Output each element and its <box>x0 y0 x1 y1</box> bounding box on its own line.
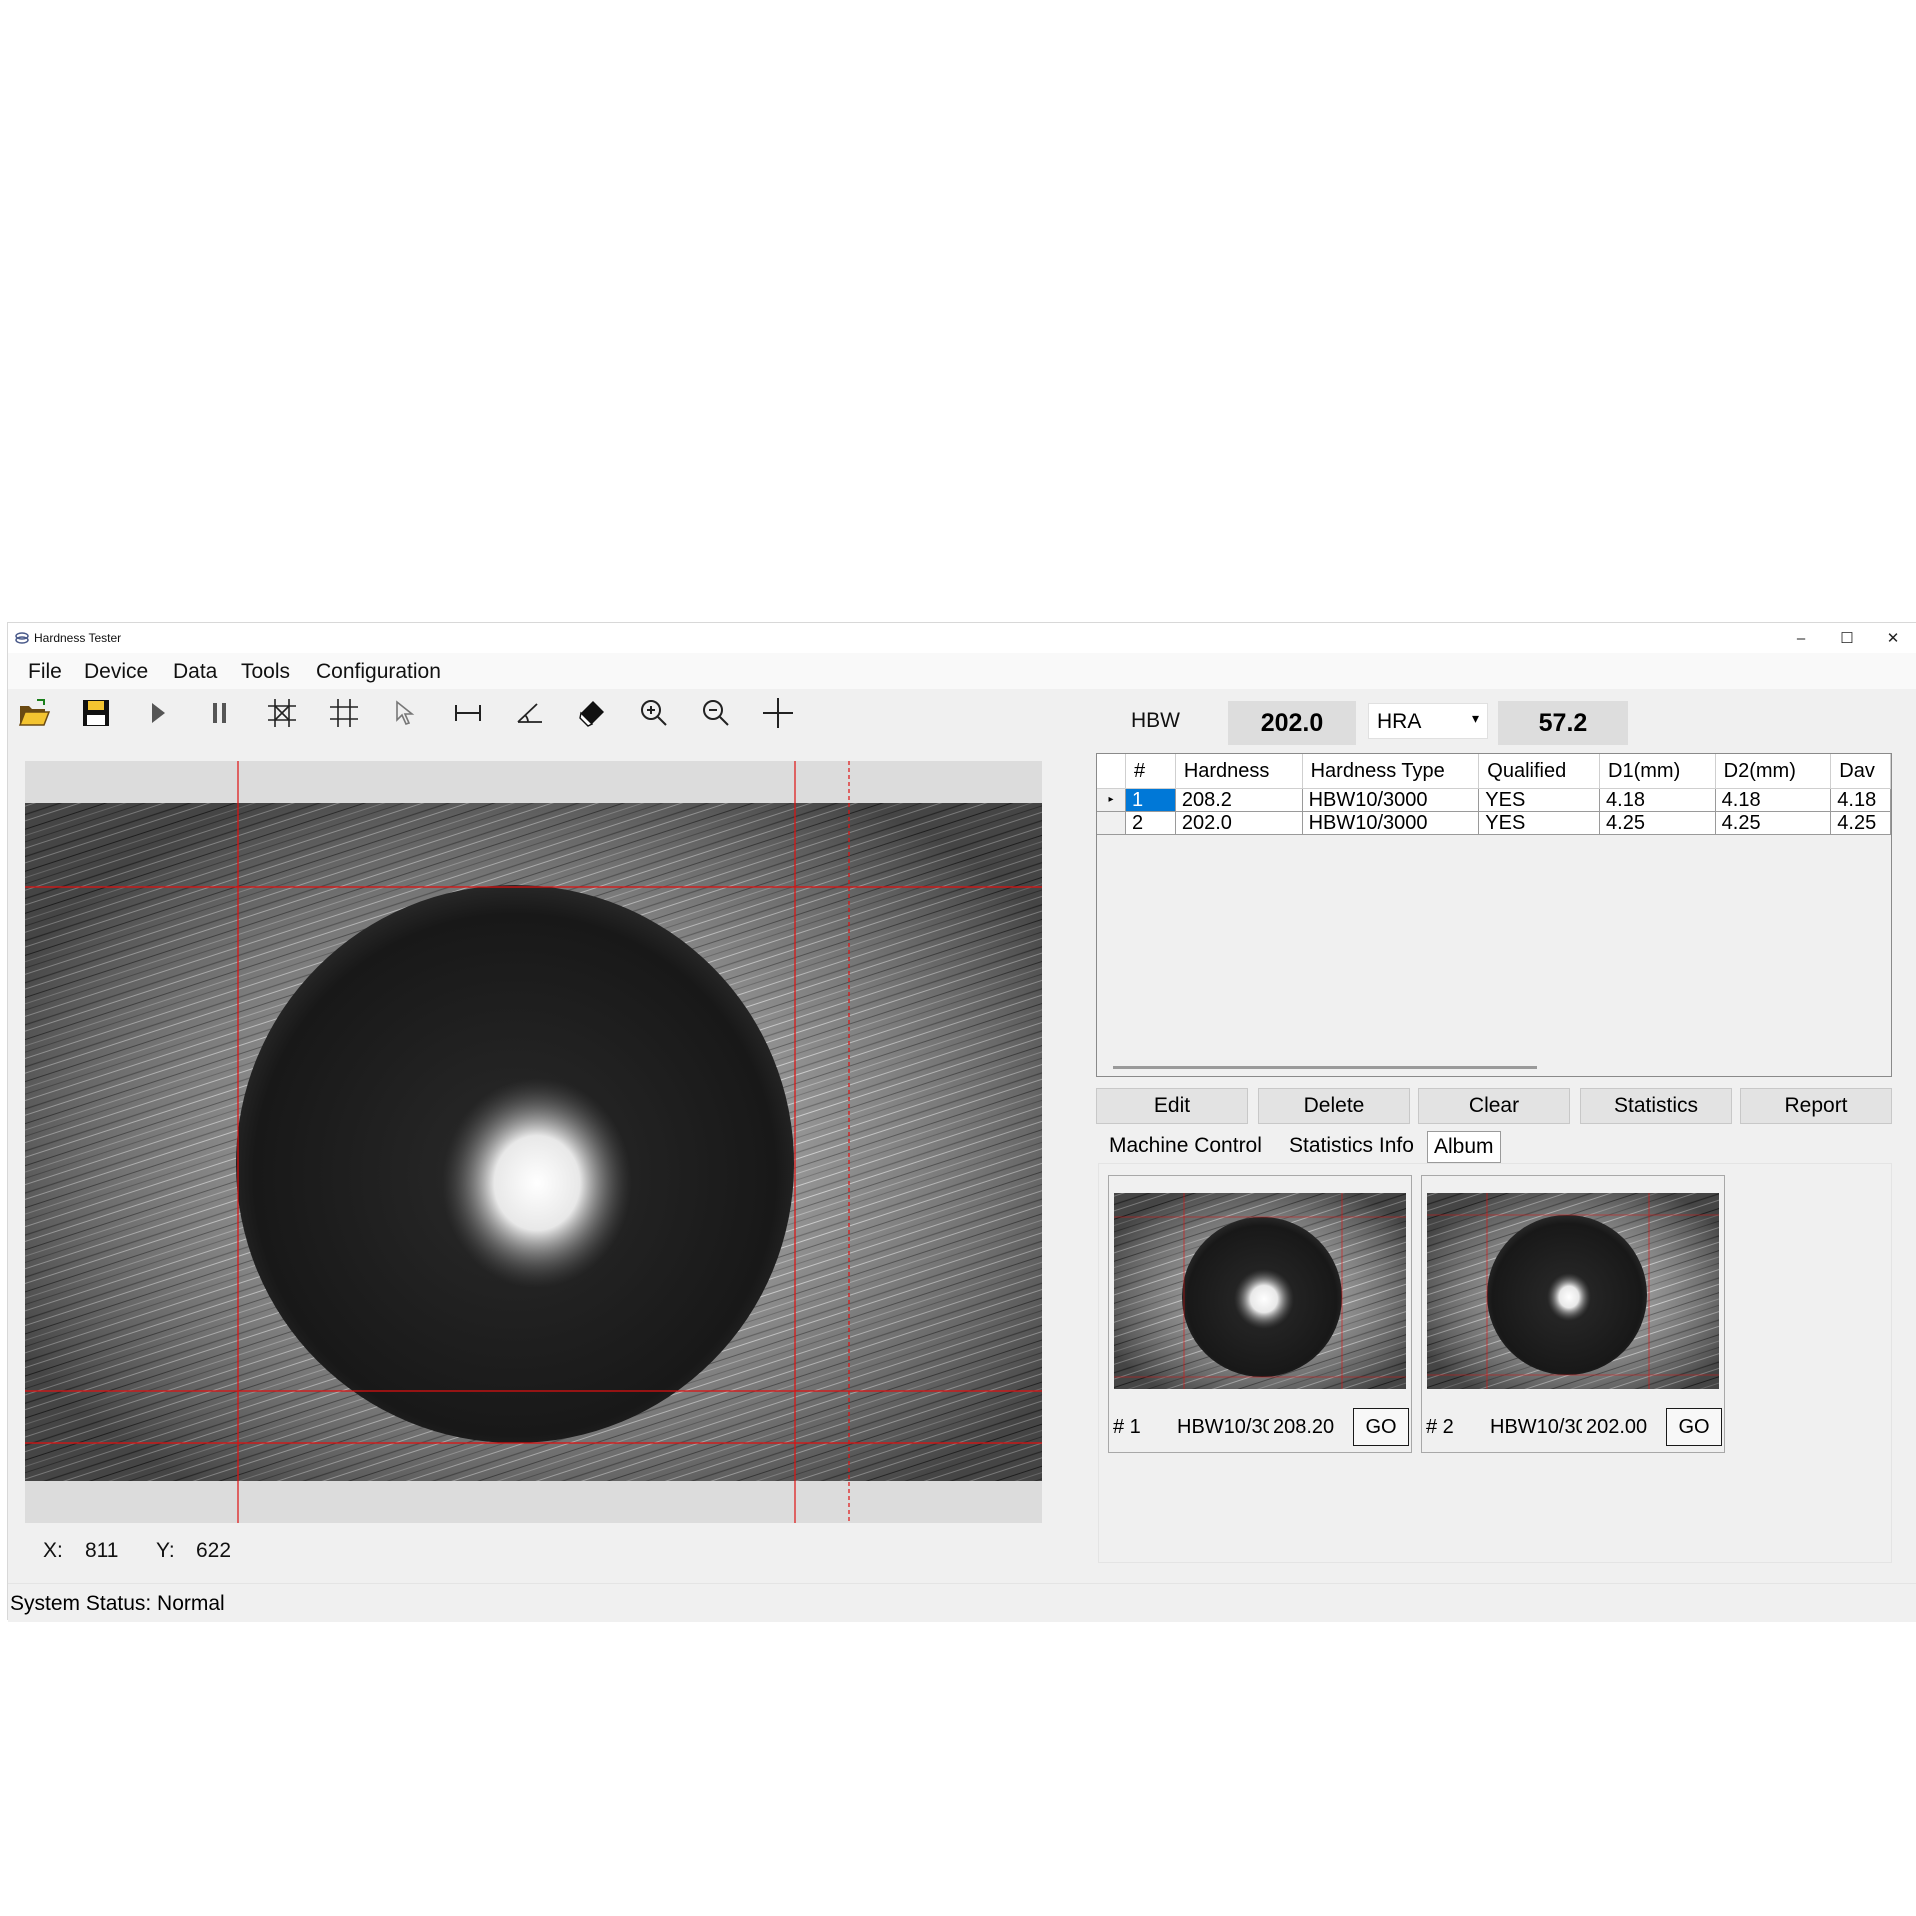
zoom-in-icon[interactable] <box>634 695 674 731</box>
table-cell[interactable]: 208.2 <box>1175 788 1303 812</box>
pointer-icon[interactable] <box>386 695 426 731</box>
tab-statistics-info[interactable]: Statistics Info <box>1289 1131 1414 1161</box>
grid-icon[interactable] <box>324 695 364 731</box>
column-header[interactable]: D2(mm) <box>1715 754 1832 789</box>
app-logo-icon <box>15 632 29 644</box>
converted-hardness-value: 57.2 <box>1498 701 1628 745</box>
chevron-down-icon: ▾ <box>1471 710 1479 726</box>
column-header[interactable]: Qualified <box>1478 754 1601 789</box>
album-card-value: 202.00 <box>1586 1416 1648 1438</box>
auto-measure-icon[interactable] <box>262 695 302 731</box>
report-button[interactable]: Report <box>1740 1088 1892 1124</box>
album-card-number: # 1 <box>1113 1416 1141 1438</box>
column-header[interactable]: Hardness <box>1175 754 1303 789</box>
table-cell[interactable]: 4.18 <box>1599 788 1716 812</box>
row-header-corner <box>1097 754 1126 789</box>
primary-scale-label: HBW <box>1131 709 1180 732</box>
album-card-number: # 2 <box>1426 1416 1454 1438</box>
column-header[interactable]: # <box>1125 754 1176 789</box>
crosshair-icon[interactable] <box>758 695 798 731</box>
app-window: Hardness Tester – ☐ ✕ File Device Data T… <box>7 622 1916 1622</box>
menu-tools[interactable]: Tools <box>241 660 290 684</box>
minimize-button[interactable]: – <box>1778 623 1824 653</box>
tab-album[interactable]: Album <box>1427 1131 1501 1163</box>
y-value: 622 <box>196 1539 232 1562</box>
menu-data[interactable]: Data <box>173 660 217 684</box>
album-card-value: 208.20 <box>1273 1416 1335 1438</box>
table-row[interactable]: 2 202.0 HBW10/3000 YES 4.25 4.25 4.25 <box>1097 811 1891 835</box>
table-cell[interactable]: 4.25 <box>1830 811 1891 835</box>
scale-select-value: HRA <box>1377 710 1422 733</box>
x-value: 811 <box>85 1539 119 1562</box>
status-bar: System Status: Normal <box>8 1583 1916 1622</box>
pause-icon[interactable] <box>200 695 240 731</box>
table-cell[interactable]: 2 <box>1125 811 1176 835</box>
table-cell[interactable]: 4.25 <box>1715 811 1832 835</box>
zoom-out-icon[interactable] <box>696 695 736 731</box>
table-cell[interactable]: YES <box>1478 788 1601 812</box>
column-header[interactable]: D1(mm) <box>1599 754 1716 789</box>
album-thumbnail[interactable] <box>1114 1193 1406 1389</box>
toolbar <box>8 689 1068 737</box>
go-button[interactable]: GO <box>1353 1408 1409 1446</box>
system-status: System Status: Normal <box>10 1592 225 1615</box>
horizontal-scrollbar[interactable] <box>1113 1066 1537 1069</box>
close-button[interactable]: ✕ <box>1870 623 1916 653</box>
table-cell[interactable]: 4.25 <box>1599 811 1716 835</box>
maximize-button[interactable]: ☐ <box>1824 623 1870 653</box>
menu-file[interactable]: File <box>28 660 62 684</box>
primary-hardness-value: 202.0 <box>1228 701 1356 745</box>
edit-button[interactable]: Edit <box>1096 1088 1248 1124</box>
album-card-type: HBW10/3000 <box>1177 1416 1269 1438</box>
y-label: Y: <box>156 1539 175 1562</box>
menu-device[interactable]: Device <box>84 660 148 684</box>
album-thumbnail[interactable] <box>1427 1193 1719 1389</box>
play-icon[interactable] <box>138 695 178 731</box>
table-cell[interactable]: 4.18 <box>1715 788 1832 812</box>
clear-button[interactable]: Clear <box>1418 1088 1570 1124</box>
angle-icon[interactable] <box>510 695 550 731</box>
column-header[interactable]: Hardness Type <box>1302 754 1480 789</box>
results-grid[interactable]: # Hardness Hardness Type Qualified D1(mm… <box>1096 753 1892 1077</box>
album-card-type: HBW10/3000 <box>1490 1416 1582 1438</box>
table-cell[interactable]: HBW10/3000 <box>1302 788 1480 812</box>
measure-line-icon[interactable] <box>448 695 488 731</box>
table-cell[interactable]: 1 <box>1125 788 1176 812</box>
tab-machine-control[interactable]: Machine Control <box>1109 1131 1262 1161</box>
save-icon[interactable] <box>76 695 116 731</box>
table-cell[interactable]: YES <box>1478 811 1601 835</box>
table-row[interactable]: ▸ 1 208.2 HBW10/3000 YES 4.18 4.18 4.18 <box>1097 788 1891 812</box>
delete-button[interactable]: Delete <box>1258 1088 1410 1124</box>
table-cell[interactable]: 4.18 <box>1830 788 1891 812</box>
title-bar: Hardness Tester – ☐ ✕ <box>8 623 1916 653</box>
menu-bar: File Device Data Tools Configuration <box>8 653 1916 689</box>
scale-select[interactable]: HRA ▾ <box>1368 703 1488 739</box>
table-cell[interactable]: 202.0 <box>1175 811 1303 835</box>
menu-configuration[interactable]: Configuration <box>316 660 441 684</box>
table-cell[interactable]: HBW10/3000 <box>1302 811 1480 835</box>
row-header[interactable] <box>1097 811 1126 835</box>
open-folder-icon[interactable] <box>14 695 54 731</box>
x-label: X: <box>43 1539 63 1562</box>
column-header[interactable]: Dav <box>1830 754 1891 789</box>
vertical-guide-lines <box>237 761 850 1523</box>
go-button[interactable]: GO <box>1666 1408 1722 1446</box>
album-card: # 2 HBW10/3000 202.00 GO <box>1421 1175 1725 1453</box>
window-title: Hardness Tester <box>34 631 122 645</box>
album-card: # 1 HBW10/3000 208.20 GO <box>1108 1175 1412 1453</box>
image-viewport[interactable] <box>25 761 1042 1523</box>
statistics-button[interactable]: Statistics <box>1580 1088 1732 1124</box>
eraser-icon[interactable] <box>572 695 612 731</box>
results-table: # Hardness Hardness Type Qualified D1(mm… <box>1097 754 1891 835</box>
current-row-arrow-icon: ▸ <box>1097 788 1126 812</box>
